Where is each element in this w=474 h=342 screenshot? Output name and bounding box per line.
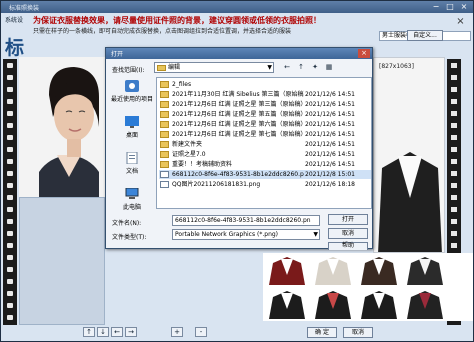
list-item[interactable]: 重要！！考稿辅助资料 2021/12/6 14:51: [159, 160, 371, 169]
main-title-bar: 标准照换装 − □ ×: [1, 1, 473, 13]
folder-icon: [160, 151, 169, 158]
view-menu-icon[interactable]: ▦: [324, 63, 334, 72]
list-item[interactable]: 2021年12月6日 红满 证照之星 第三篇（原始稿） 2021/12/6 14:…: [159, 100, 371, 109]
file-type-select[interactable]: Portable Network Graphics (*.png) ▼: [172, 229, 320, 240]
suit-thumbnail[interactable]: [357, 253, 401, 285]
file-name-input[interactable]: 668112c0-8f6e-4f83-9531-8b1e2ddc8260.pn: [172, 215, 320, 226]
back-icon[interactable]: ←: [282, 63, 292, 72]
folder-icon: [160, 161, 169, 168]
image-preview: [373, 57, 445, 253]
suit-thumbnail[interactable]: [265, 253, 309, 285]
cancel-button[interactable]: 取消: [343, 327, 373, 338]
folder-icon: [160, 111, 169, 118]
suit-thumbnail[interactable]: [265, 287, 309, 319]
zoom-in-button[interactable]: +: [171, 327, 183, 337]
chevron-down-icon: ▼: [267, 64, 272, 71]
place-documents[interactable]: 文档: [110, 150, 154, 180]
file-type-value: Portable Network Graphics (*.png): [175, 231, 279, 238]
portrait-photo[interactable]: [19, 57, 119, 197]
ok-button[interactable]: 确 定: [307, 327, 337, 338]
dialog-title: 打开: [111, 51, 124, 58]
list-item[interactable]: QQ图片20211206181831.png 2021/12/6 18:18: [159, 180, 371, 189]
move-right-button[interactable]: →: [125, 327, 137, 337]
up-folder-icon[interactable]: ↑: [296, 63, 306, 72]
folder-icon: [160, 131, 169, 138]
documents-icon: [126, 152, 138, 164]
big-title-char: 标: [5, 37, 25, 59]
image-file-icon: [160, 171, 169, 178]
folder-icon: [160, 101, 169, 108]
desktop-icon: [125, 116, 139, 128]
list-item[interactable]: 新建文件夹 2021/12/6 14:51: [159, 140, 371, 149]
help-button[interactable]: 帮助: [328, 242, 368, 250]
main-window: 标准照换装 − □ × 系统设 为保证衣服替换效果，请尽量使用证件照的背景，建议…: [0, 0, 474, 342]
window-close-icon[interactable]: ×: [457, 2, 471, 12]
custom-button[interactable]: 自定义...: [407, 30, 443, 41]
left-film-strip: [3, 59, 17, 325]
image-file-icon: [160, 181, 169, 188]
dialog-cancel-button[interactable]: 取消: [328, 228, 368, 239]
list-item[interactable]: 证照之星7.0 2021/12/6 14:51: [159, 150, 371, 159]
list-item[interactable]: 2021年12月6日 红满 证照之星 第五篇（原始稿） 2021/12/6 14:…: [159, 110, 371, 119]
place-computer[interactable]: 此电脑: [110, 186, 154, 216]
maximize-icon[interactable]: □: [443, 2, 457, 12]
list-item[interactable]: 2021年12月6日 红满 证照之星 第七篇（原始稿） 2021/12/6 14:…: [159, 130, 371, 139]
minimize-icon[interactable]: −: [429, 2, 443, 12]
panel-close-button[interactable]: ×: [454, 17, 467, 28]
file-list: 2_files 2021年11月30日 红满 Sibelius 第三篇（原始稿）…: [156, 77, 372, 209]
preview-dimensions: [827x1063]: [379, 63, 414, 70]
dialog-title-bar: 打开 ×: [106, 48, 372, 59]
folder-icon: [160, 81, 169, 88]
list-item-selected[interactable]: 668112c0-8f6e-4f83-9531-8b1e2ddc8260.png…: [159, 170, 371, 179]
new-folder-icon[interactable]: ✦: [310, 63, 320, 72]
look-in-select[interactable]: 编辑 ▼: [154, 62, 274, 73]
folder-icon: [160, 91, 169, 98]
computer-icon: [125, 188, 139, 199]
list-item[interactable]: 2021年11月30日 红满 Sibelius 第三篇（原始稿） 2021/12/…: [159, 90, 371, 99]
chevron-down-icon: ▼: [313, 231, 318, 238]
places-bar: 最近使用的项目 桌面 文档 此电脑: [110, 78, 154, 226]
window-title: 标准照换装: [9, 5, 40, 12]
clothing-thumbnails: [263, 253, 473, 321]
open-file-dialog: 打开 × 查找范围(I): 编辑 ▼ ← ↑ ✦ ▦ 最近使用的项目 桌面 文档: [105, 47, 373, 250]
move-left-button[interactable]: ←: [111, 327, 123, 337]
place-recent[interactable]: 最近使用的项目: [110, 78, 154, 108]
suit-thumbnail[interactable]: [403, 253, 447, 285]
instruction-sub: 只需在样子的一条横线，即可自动完成衣服替换，点击图调组拉到合适位置调，并选择合适…: [33, 28, 292, 35]
open-button[interactable]: 打开: [328, 214, 368, 225]
recent-icon: [125, 80, 139, 92]
folder-icon: [160, 121, 169, 128]
file-name-label: 文件名(N):: [112, 220, 142, 227]
folder-icon: [160, 141, 169, 148]
look-in-label: 查找范围(I):: [112, 67, 145, 74]
suit-thumbnail[interactable]: [357, 287, 401, 319]
list-item[interactable]: 2021年12月6日 红满 证照之星 第六篇（原始稿） 2021/12/6 14:…: [159, 120, 371, 129]
menu-tab-system[interactable]: 系统设: [5, 15, 23, 24]
dialog-close-icon[interactable]: ×: [358, 49, 370, 58]
look-in-value: 编辑: [168, 64, 181, 71]
move-down-button[interactable]: ↓: [97, 327, 109, 337]
suit-thumbnail[interactable]: [311, 253, 355, 285]
list-item[interactable]: 2_files: [159, 80, 371, 89]
zoom-out-button[interactable]: -: [195, 327, 207, 337]
folder-icon: [157, 65, 166, 71]
instruction-main: 为保证衣服替换效果，请尽量使用证件照的背景，建议穿圆领或低领的衣服拍照！: [33, 15, 321, 25]
file-type-label: 文件类型(T):: [112, 234, 147, 241]
move-up-button[interactable]: ↑: [83, 327, 95, 337]
place-desktop[interactable]: 桌面: [110, 114, 154, 144]
photo-lower-area: [19, 197, 105, 325]
suit-thumbnail[interactable]: [403, 287, 447, 319]
suit-thumbnail[interactable]: [311, 287, 355, 319]
